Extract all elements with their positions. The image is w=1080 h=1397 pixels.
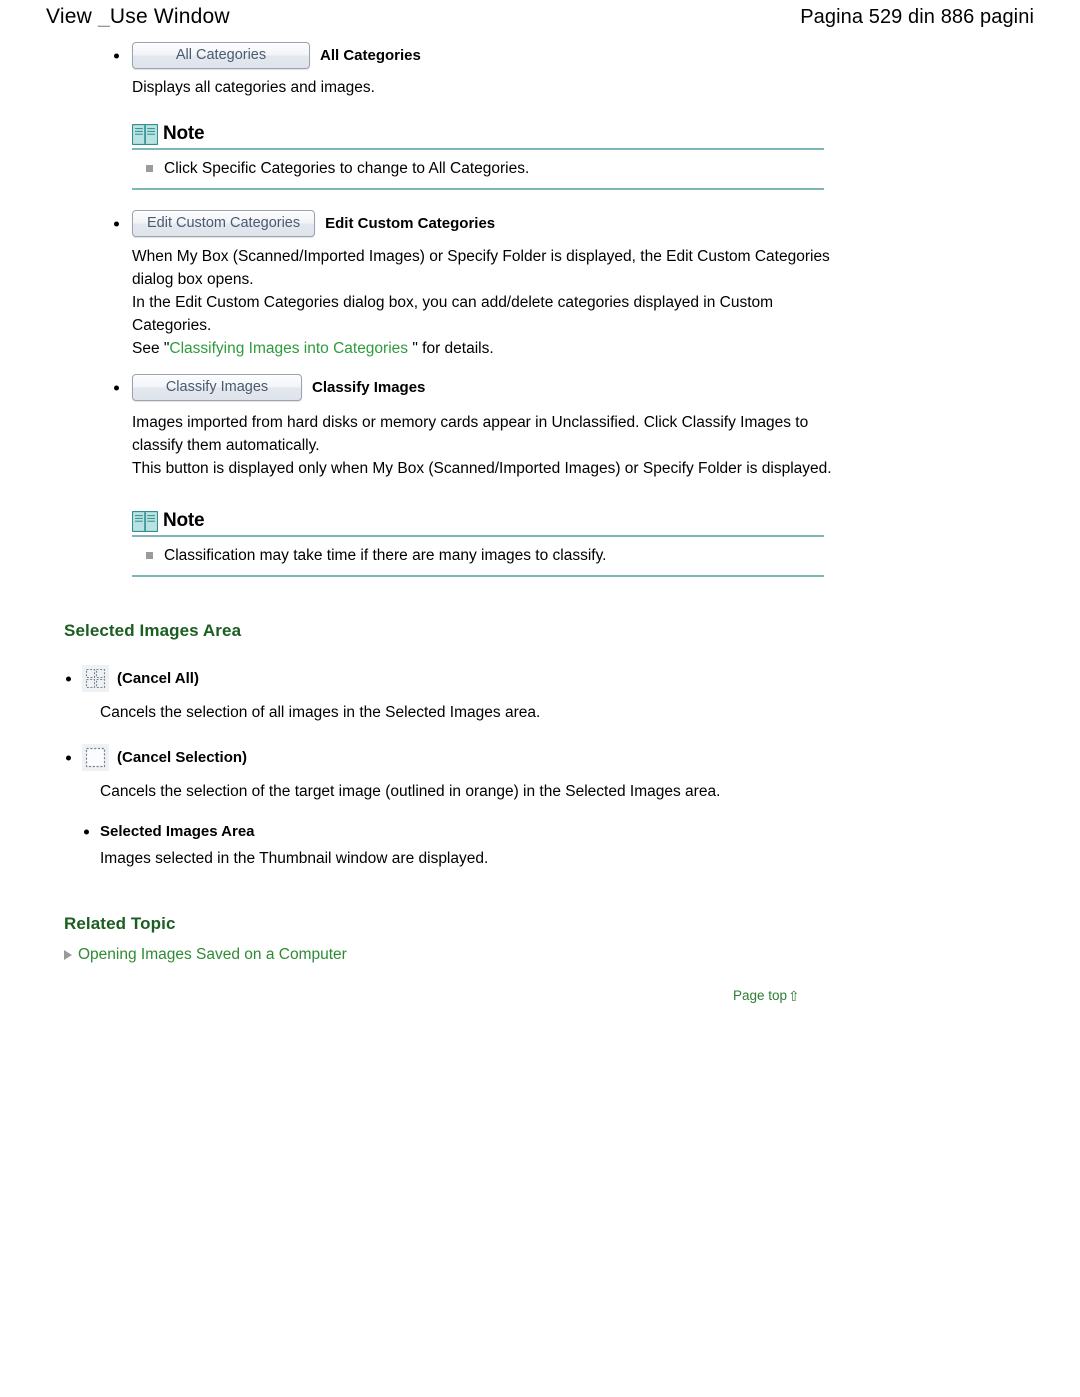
see-suffix: " for details. [408,340,494,357]
all-categories-button[interactable]: All Categories [132,42,310,69]
classify-images-button[interactable]: Classify Images [132,374,302,401]
related-topic-list-item: Opening Images Saved on a Computer [64,946,1080,964]
list-item-edit-custom-categories: Edit Custom Categories Edit Custom Categ… [114,210,1080,237]
page-header: View _Use Window Pagina 529 din 886 pagi… [0,0,1080,34]
classifying-images-link[interactable]: Classifying Images into Categories [169,340,408,357]
classify-images-paragraph-1: Images imported from hard disks or memor… [132,414,809,454]
cancel-all-label: (Cancel All) [117,670,199,687]
edit-custom-categories-paragraph-1: When My Box (Scanned/Imported Images) or… [132,248,830,288]
see-prefix: See " [132,340,170,357]
bullet-disc-icon [114,221,119,226]
all-categories-label: All Categories [320,47,421,64]
triangle-bullet-icon [64,950,72,960]
list-item-selected-images-area: Selected Images Area [84,823,1080,840]
all-categories-description: Displays all categories and images. [132,79,375,96]
edit-custom-categories-button[interactable]: Edit Custom Categories [132,210,316,237]
note-bullet-square-icon [146,165,153,172]
note-box-1: Note Click Specific Categories to change… [132,123,824,190]
list-item-cancel-selection: (Cancel Selection) [66,744,1080,771]
note-title-1: Note [163,123,205,144]
edit-custom-categories-see-also: See "Classifying Images into Categories … [132,337,832,360]
selected-images-area-heading: Selected Images Area [64,621,242,640]
cancel-selection-icon[interactable] [82,744,109,771]
page-title-main: View [46,5,98,28]
page-number-indicator: Pagina 529 din 886 pagini [800,5,1034,28]
book-icon [132,510,158,532]
related-topic-heading: Related Topic [64,914,176,933]
list-item-all-categories: All Categories All Categories [114,42,1080,69]
selected-images-area-label: Selected Images Area [100,823,255,840]
note-item-text-2: Classification may take time if there ar… [164,547,607,564]
page-title-rest: Use Window [109,5,230,28]
note-item-2: Classification may take time if there ar… [132,537,824,575]
bullet-disc-icon [114,53,119,58]
list-item-classify-images: Classify Images Classify Images [114,374,1080,401]
classify-images-label: Classify Images [312,379,426,396]
bullet-disc-icon [66,755,71,760]
selected-images-area-description: Images selected in the Thumbnail window … [100,850,489,867]
cancel-all-description: Cancels the selection of all images in t… [100,704,541,721]
cancel-all-icon[interactable] [82,665,109,692]
page-top-link[interactable]: Page top [733,988,787,1003]
cancel-selection-label: (Cancel Selection) [117,749,248,766]
note-box-2: Note Classification may take time if the… [132,510,824,577]
list-item-cancel-all: (Cancel All) [66,665,1080,692]
bullet-disc-icon [114,385,119,390]
document-content: All Categories All Categories Displays a… [0,42,1080,1003]
bullet-disc-icon [84,829,89,834]
cancel-selection-description: Cancels the selection of the target imag… [100,783,721,800]
classify-images-paragraph-2: This button is displayed only when My Bo… [132,460,832,477]
note-item-text-1: Click Specific Categories to change to A… [164,160,530,177]
page-title: View _Use Window [46,5,230,29]
note-header-1: Note [132,123,824,145]
edit-custom-categories-paragraph-2: In the Edit Custom Categories dialog box… [132,294,774,334]
bullet-disc-icon [66,676,71,681]
arrow-up-icon[interactable]: ⇧ [788,989,800,1003]
book-icon [132,123,158,145]
edit-custom-categories-label: Edit Custom Categories [325,215,496,232]
page-top-row: Page top ⇧ [733,988,1080,1003]
note-header-2: Note [132,510,824,532]
opening-images-saved-link[interactable]: Opening Images Saved on a Computer [78,946,347,964]
note-title-2: Note [163,510,205,531]
note-item-1: Click Specific Categories to change to A… [132,150,824,188]
note-bullet-square-icon [146,552,153,559]
page-title-separator: _ [97,5,110,28]
